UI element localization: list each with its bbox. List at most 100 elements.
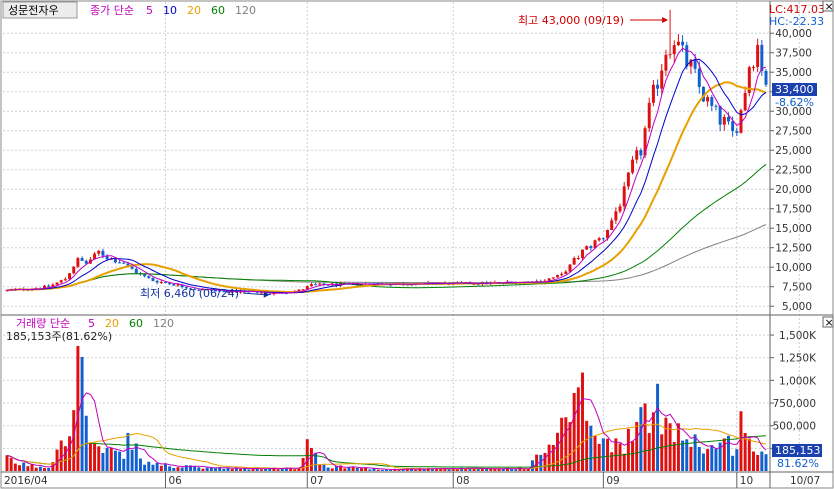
volume-bar[interactable] [664, 417, 668, 471]
candle-body[interactable] [639, 150, 643, 156]
volume-bar[interactable] [259, 469, 263, 471]
candle-body[interactable] [113, 258, 117, 263]
volume-bar[interactable] [63, 446, 67, 471]
candle-body[interactable] [752, 67, 755, 69]
volume-bar[interactable] [172, 468, 176, 471]
volume-bar[interactable] [343, 468, 347, 471]
volume-bar[interactable] [309, 447, 313, 471]
volume-bar[interactable] [639, 407, 643, 471]
volume-bar[interactable] [589, 425, 593, 471]
volume-bar[interactable] [109, 447, 113, 471]
volume-bar[interactable] [38, 466, 42, 471]
volume-bar[interactable] [126, 432, 130, 471]
volume-bar[interactable] [147, 461, 151, 471]
volume-bar[interactable] [26, 466, 30, 471]
candle-body[interactable] [297, 289, 301, 292]
volume-bar[interactable] [380, 469, 384, 471]
stock-name[interactable]: 성문전자우 [8, 4, 59, 17]
volume-bar[interactable] [739, 411, 743, 471]
volume-bar[interactable] [514, 469, 518, 471]
volume-bar[interactable] [201, 468, 205, 471]
candle-body[interactable] [59, 280, 63, 283]
candle-body[interactable] [631, 159, 635, 173]
candle-body[interactable] [697, 68, 701, 87]
volume-bar[interactable] [197, 467, 201, 471]
volume-bar[interactable] [610, 452, 614, 471]
volume-bar[interactable] [230, 468, 234, 471]
volume-bar[interactable] [672, 442, 676, 471]
candle-body[interactable] [76, 258, 80, 267]
volume-bar[interactable] [330, 468, 334, 471]
candle-body[interactable] [706, 97, 710, 102]
candle-body[interactable] [589, 246, 593, 249]
candle-body[interactable] [551, 277, 555, 279]
volume-bar[interactable] [576, 387, 580, 471]
candle-body[interactable] [726, 116, 730, 122]
volume-bar[interactable] [635, 421, 639, 471]
candle-body[interactable] [581, 249, 584, 259]
volume-bar[interactable] [326, 467, 330, 471]
volume-bar[interactable] [143, 464, 147, 471]
volume-bar[interactable] [714, 448, 718, 471]
candle-body[interactable] [760, 44, 764, 72]
candle-body[interactable] [309, 284, 313, 287]
volume-bar[interactable] [43, 467, 47, 471]
volume-bar[interactable] [97, 446, 101, 471]
volume-bar[interactable] [113, 450, 117, 471]
candle-body[interactable] [80, 258, 84, 261]
volume-bar[interactable] [681, 440, 685, 471]
candle-body[interactable] [318, 283, 322, 285]
volume-bar[interactable] [697, 446, 701, 471]
candle-body[interactable] [576, 258, 580, 260]
volume-bar[interactable] [176, 467, 180, 471]
volume-bar[interactable] [510, 469, 514, 471]
candle-body[interactable] [118, 262, 122, 264]
candle-body[interactable] [555, 275, 559, 278]
candle-body[interactable] [55, 282, 59, 285]
candle-body[interactable] [618, 206, 622, 212]
volume-bar[interactable] [30, 464, 34, 471]
volume-bar[interactable] [731, 455, 735, 471]
volume-bar[interactable] [101, 452, 105, 471]
volume-bar[interactable] [726, 435, 730, 471]
candle-body[interactable] [101, 250, 105, 256]
volume-bar[interactable] [55, 449, 59, 471]
volume-bar[interactable] [593, 435, 597, 471]
volume-bar[interactable] [247, 469, 251, 471]
candle-body[interactable] [568, 264, 572, 272]
candle-body[interactable] [560, 273, 564, 276]
volume-bar[interactable] [47, 468, 51, 471]
candle-body[interactable] [664, 54, 668, 71]
volume-bar[interactable] [368, 469, 372, 471]
candle-body[interactable] [626, 172, 630, 187]
candle-body[interactable] [622, 186, 626, 207]
volume-bar[interactable] [59, 440, 63, 471]
volume-bar[interactable] [606, 438, 610, 471]
volume-bar[interactable] [22, 462, 26, 471]
volume-bar[interactable] [93, 443, 97, 471]
candle-body[interactable] [676, 41, 680, 46]
candle-body[interactable] [756, 44, 760, 68]
volume-bar[interactable] [647, 433, 651, 471]
candle-body[interactable] [668, 54, 672, 56]
stock-chart[interactable]: 5,000 7,500 10,000 12,500 15,000 17,500 20,000… [0, 0, 834, 489]
candle-body[interactable] [660, 70, 664, 89]
volume-bar[interactable] [656, 383, 660, 471]
volume-bar[interactable] [222, 468, 226, 471]
volume-bar[interactable] [34, 467, 38, 471]
volume-bar[interactable] [318, 464, 322, 471]
candle-body[interactable] [735, 131, 739, 133]
volume-bar[interactable] [130, 449, 134, 471]
volume-bar[interactable] [163, 463, 167, 471]
volume-bar[interactable] [88, 443, 92, 471]
volume-bar[interactable] [622, 453, 626, 471]
volume-bar[interactable] [18, 465, 21, 471]
volume-bar[interactable] [76, 346, 80, 471]
volume-bar[interactable] [581, 372, 584, 471]
volume-bar[interactable] [497, 469, 501, 471]
volume-bar[interactable] [334, 466, 338, 471]
candle-body[interactable] [143, 274, 147, 277]
volume-bar[interactable] [760, 451, 764, 471]
volume-bar[interactable] [668, 423, 672, 471]
volume-bar[interactable] [543, 452, 547, 471]
